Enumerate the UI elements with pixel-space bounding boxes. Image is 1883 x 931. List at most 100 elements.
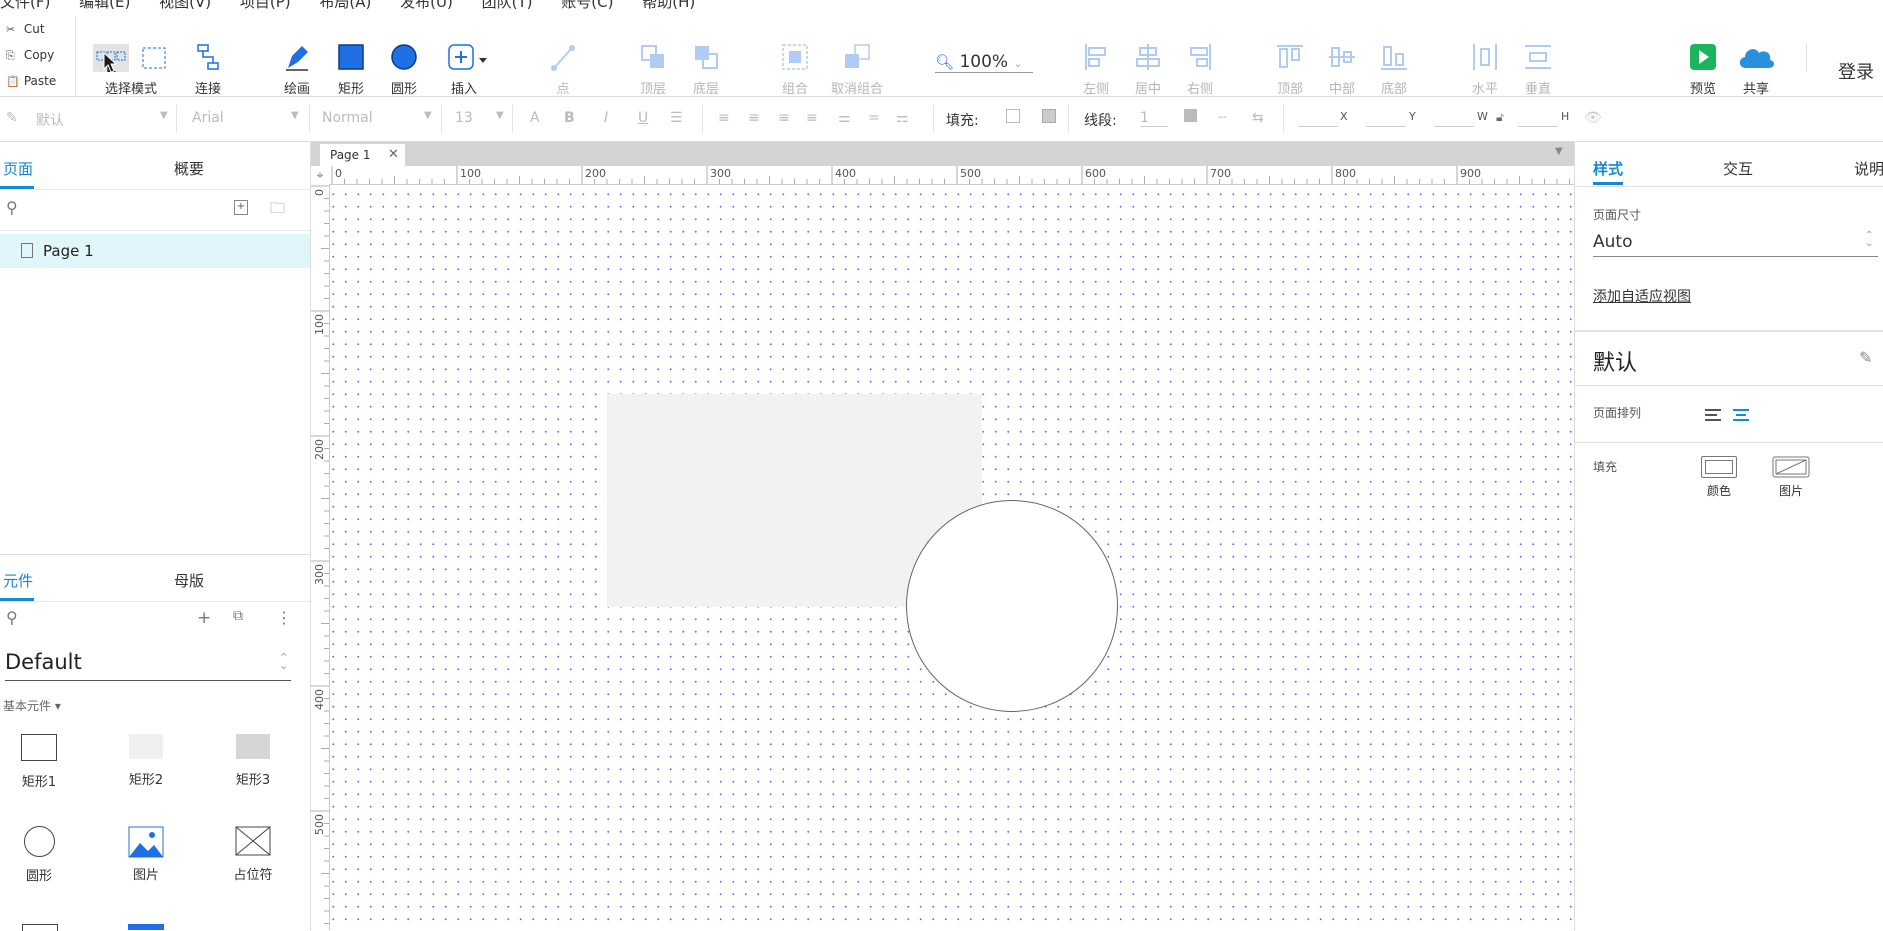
canvas-area: Page 1 ✕ ▼ ⌖ 0 100 200 300 400 500 600 700 800 90…	[311, 142, 1574, 930]
align-text-center-icon[interactable]: ≡	[748, 110, 760, 126]
ruler-origin-icon[interactable]: ⌖	[311, 166, 329, 184]
rectangle-tool-button[interactable]: 矩形	[321, 42, 381, 97]
divider	[1575, 385, 1883, 386]
fill-shadow-swatch[interactable]	[1042, 109, 1056, 123]
menu-bar: 文件(F) 编辑(E) 视图(V) 项目(P) 布局(A) 发布(U) 团队(T…	[0, 0, 1883, 11]
divider	[309, 105, 310, 133]
valign-middle-icon[interactable]: =	[868, 110, 880, 126]
search-icon[interactable]: ⚲	[6, 608, 18, 627]
horizontal-ruler: 0 100 200 300 400 500 600 700 800 900	[329, 166, 1574, 185]
distribute-horizontal-button[interactable]: 水平	[1455, 42, 1515, 97]
line-style-icon[interactable]: ┄	[1218, 110, 1226, 126]
point-button[interactable]: 点	[533, 42, 593, 97]
style-select[interactable]: 默认	[36, 110, 64, 130]
zoom-search-icon: 🔍︎	[935, 53, 955, 71]
bring-to-front-button[interactable]: 顶层	[623, 42, 683, 97]
paste-button[interactable]: 📋 Paste	[0, 68, 75, 94]
page-menu-icon[interactable]: ▼	[1555, 146, 1563, 157]
tab-masters[interactable]: 母版	[174, 570, 204, 591]
ungroup-button[interactable]: 取消组合	[826, 42, 888, 97]
align-text-right-icon[interactable]: ≡	[778, 110, 790, 126]
add-adaptive-view-link[interactable]: 添加自适应视图	[1593, 286, 1691, 306]
x-input[interactable]	[1298, 110, 1338, 127]
search-icon[interactable]: ⚲	[6, 198, 18, 217]
tab-pages[interactable]: 页面	[3, 158, 33, 179]
italic-icon[interactable]: I	[604, 110, 608, 126]
tab-style[interactable]: 样式	[1593, 158, 1623, 179]
fill-image-button[interactable]: 图片	[1771, 456, 1811, 499]
edit-style-icon[interactable]: ✎	[1859, 348, 1872, 367]
w-input[interactable]	[1434, 110, 1474, 127]
align-top-button[interactable]: 顶部	[1260, 42, 1320, 97]
divider	[176, 105, 177, 133]
fill-color-swatch[interactable]	[1006, 109, 1020, 123]
tab-interactions[interactable]: 交互	[1723, 158, 1753, 179]
rectangle-icon	[129, 734, 163, 759]
align-left-page-icon[interactable]	[1703, 406, 1723, 424]
arrow-style-icon[interactable]: ⇆	[1252, 110, 1264, 126]
ellipse-tool-button[interactable]: 圆形	[374, 42, 434, 97]
widget-rect3[interactable]: 矩形3	[218, 734, 288, 788]
cut-button[interactable]: ✂ Cut	[0, 16, 75, 42]
fill-color-button[interactable]: 颜色	[1699, 456, 1739, 499]
line-color-swatch[interactable]	[1184, 109, 1197, 122]
panel-divider	[0, 554, 310, 555]
distribute-vertical-button[interactable]: 垂直	[1508, 42, 1568, 97]
font-color-icon[interactable]: A	[530, 110, 540, 126]
page-list-item[interactable]: Page 1	[0, 234, 310, 268]
tab-notes[interactable]: 说明	[1854, 158, 1883, 179]
bullet-list-icon[interactable]: ☰	[670, 110, 683, 126]
draw-button[interactable]: 绘画	[267, 42, 327, 97]
bold-icon[interactable]: B	[564, 110, 575, 126]
share-button[interactable]: 共享	[1726, 42, 1786, 97]
widget-rect1[interactable]: 矩形1	[4, 734, 74, 790]
font-size-select[interactable]: 13	[455, 110, 473, 126]
insert-button[interactable]: 插入	[434, 42, 494, 97]
align-center-page-icon[interactable]	[1731, 406, 1751, 424]
align-left-button[interactable]: 左侧	[1066, 42, 1126, 97]
tab-widgets[interactable]: 元件	[3, 570, 33, 591]
h-input[interactable]	[1518, 110, 1558, 127]
lock-icon[interactable]: 🔓︎	[1496, 110, 1504, 125]
page-tab[interactable]: Page 1 ✕	[320, 144, 405, 166]
add-library-icon[interactable]: +	[197, 608, 211, 628]
page-size-select[interactable]: Auto ⌃ ⌄	[1593, 230, 1878, 257]
widget-placeholder[interactable]: 占位符	[218, 826, 288, 883]
underline-icon[interactable]: U	[638, 110, 648, 126]
align-bottom-button[interactable]: 底部	[1364, 42, 1424, 97]
valign-bottom-icon[interactable]: ⚎	[896, 110, 909, 126]
align-text-left-icon[interactable]: ≡	[718, 110, 730, 126]
library-copy-icon[interactable]: ⧉	[233, 608, 243, 624]
connect-button[interactable]: 连接	[178, 42, 238, 97]
tab-outline[interactable]: 概要	[174, 158, 204, 179]
font-weight-select[interactable]: Normal	[322, 110, 373, 126]
folder-icon[interactable]: 🗀	[270, 198, 285, 223]
valign-top-icon[interactable]: ⚌	[838, 110, 851, 126]
align-middle-button[interactable]: 中部	[1312, 42, 1372, 97]
close-icon[interactable]: ✕	[388, 144, 399, 166]
preview-button[interactable]: 预览	[1673, 42, 1733, 97]
login-button[interactable]: 登录	[1838, 58, 1874, 84]
add-page-icon[interactable]: +	[234, 200, 248, 215]
select-mode-button[interactable]: 选择模式	[85, 42, 177, 97]
widget-rect2[interactable]: 矩形2	[111, 734, 181, 788]
zoom-control[interactable]: 🔍︎ 100% ⌄	[935, 52, 1033, 73]
eye-icon[interactable]: 👁︎	[1584, 110, 1602, 126]
send-to-back-button[interactable]: 底层	[676, 42, 736, 97]
align-right-button[interactable]: 右侧	[1170, 42, 1230, 97]
copy-button[interactable]: ⎘ Copy	[0, 42, 75, 68]
canvas-circle-shape[interactable]	[906, 500, 1118, 712]
tab-indicator	[1593, 182, 1623, 185]
ruler-label: 200	[313, 439, 326, 460]
line-width-input[interactable]: 1	[1140, 110, 1168, 127]
group-button[interactable]: 组合	[765, 42, 825, 97]
align-center-button[interactable]: 居中	[1118, 42, 1178, 97]
category-header[interactable]: 基本元件 ▾	[3, 697, 61, 714]
widget-image[interactable]: 图片	[111, 826, 181, 883]
more-icon[interactable]: ⋮	[276, 608, 292, 627]
library-select[interactable]: Default ⌃ ⌄	[5, 648, 291, 681]
align-text-justify-icon[interactable]: ≡	[806, 110, 818, 126]
font-select[interactable]: Arial	[192, 110, 224, 126]
y-input[interactable]	[1366, 110, 1406, 127]
widget-circle[interactable]: 圆形	[4, 826, 74, 884]
